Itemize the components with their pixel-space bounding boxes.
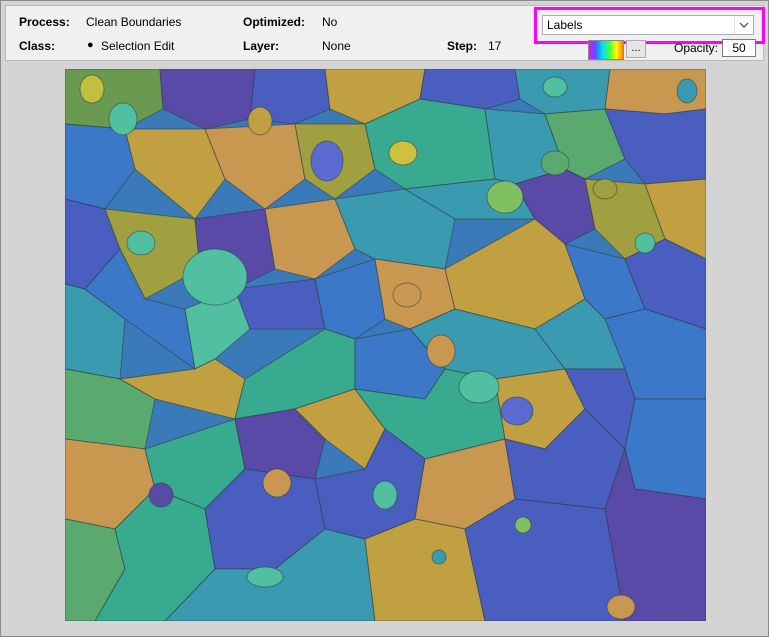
layer-value: None bbox=[322, 39, 351, 53]
view-dropdown[interactable]: Labels bbox=[542, 15, 754, 35]
process-label: Process: bbox=[19, 15, 70, 29]
step-value: 17 bbox=[488, 39, 502, 53]
colormap-options-button[interactable]: ... bbox=[626, 40, 646, 58]
segmentation-canvas[interactable] bbox=[65, 69, 706, 621]
process-value: Clean Boundaries bbox=[86, 15, 182, 29]
colormap-swatch[interactable] bbox=[588, 40, 624, 60]
optimized-value: No bbox=[322, 15, 338, 29]
opacity-input[interactable]: 50 bbox=[722, 39, 756, 57]
opacity-label: Opacity: bbox=[674, 41, 719, 55]
step-label: Step: bbox=[447, 39, 477, 53]
class-value: Selection Edit bbox=[101, 39, 175, 53]
chevron-down-icon[interactable] bbox=[734, 16, 753, 34]
class-label: Class: bbox=[19, 39, 56, 53]
layer-label: Layer: bbox=[243, 39, 280, 53]
grain-label-overlay bbox=[65, 69, 706, 621]
optimized-label: Optimized: bbox=[243, 15, 305, 29]
class-bullet-icon: ● bbox=[87, 39, 94, 51]
status-toolbar: Process: Clean Boundaries Optimized: No … bbox=[5, 5, 765, 61]
app-window: Process: Clean Boundaries Optimized: No … bbox=[0, 0, 769, 637]
view-dropdown-value: Labels bbox=[547, 18, 583, 32]
